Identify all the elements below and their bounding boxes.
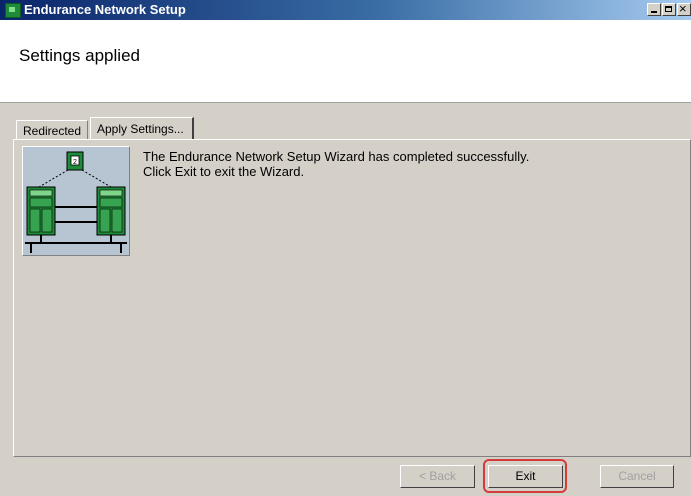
wizard-window: Endurance Network Setup Settings applied… <box>0 0 691 496</box>
tab-apply-settings[interactable]: Apply Settings... <box>90 117 194 139</box>
tab-redirected[interactable]: Redirected <box>16 120 89 140</box>
badge-number: 2 <box>73 159 77 166</box>
message-line-1: The Endurance Network Setup Wizard has c… <box>143 149 530 164</box>
exit-button[interactable]: Exit <box>488 465 563 488</box>
page-title: Settings applied <box>19 46 140 65</box>
tab-label: Apply Settings... <box>97 122 184 136</box>
network-setup-icon <box>5 3 21 18</box>
close-button[interactable] <box>677 1 691 16</box>
minimize-button[interactable] <box>647 3 661 16</box>
tab-label: Redirected <box>23 124 82 138</box>
back-button[interactable]: < Back <box>400 465 475 488</box>
wizard-header: Settings applied <box>0 20 691 103</box>
title-bar[interactable]: Endurance Network Setup <box>0 0 691 20</box>
fault-tolerant-servers-illustration: 2 <box>22 146 130 256</box>
cancel-button[interactable]: Cancel <box>600 465 674 488</box>
window-title: Endurance Network Setup <box>24 2 186 17</box>
message-line-2: Click Exit to exit the Wizard. <box>143 164 305 179</box>
servers-diagram-icon: 2 <box>25 151 127 253</box>
completion-message: The Endurance Network Setup Wizard has c… <box>143 149 529 179</box>
maximize-button[interactable] <box>662 3 676 16</box>
